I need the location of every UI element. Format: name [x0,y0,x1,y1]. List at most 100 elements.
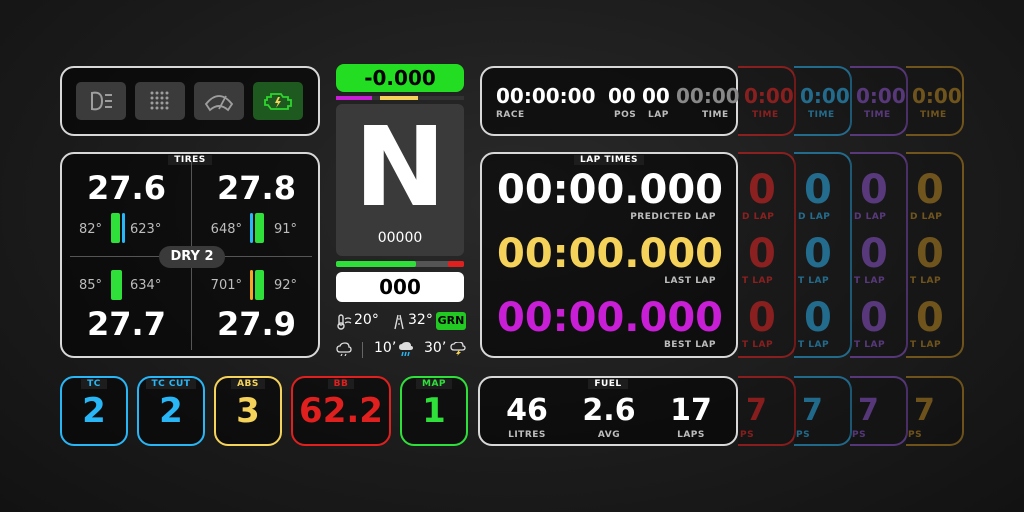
ghost-time-box: 0:00 TIME [850,66,908,136]
last-lap-label: LAST LAP [664,276,716,286]
pit-grid-button[interactable] [135,82,185,120]
ghost-lap-a: D LAP [798,212,831,222]
lap-value: 00 [642,84,670,108]
tire-rr-bar-edge [250,270,253,300]
lap-times-title: LAP TIMES [573,155,644,165]
rain-row: 10’ 30’ [336,340,468,360]
ghost-big-3: 0 [748,295,776,341]
tire-fr-temp-left: 648° [210,222,242,237]
wiper-button[interactable] [194,82,244,120]
tire-compound-badge: DRY 2 [159,246,225,268]
fuel-laps: 17 [670,393,712,428]
ghost-column-2: 0:00 TIME 0 D LAP 0 T LAP 0 T LAP 7 PS [794,0,852,512]
ghost-column-4: 0:00 TIME 0 D LAP 0 T LAP 0 T LAP 7 PS [906,0,964,512]
engine-icon [264,93,292,110]
tire-fl-temp-right: 623° [130,222,162,237]
tc-cut-box[interactable]: TC CUT 2 [137,376,205,446]
rain-forecast-2: 30’ [424,340,447,356]
tire-rl-temp-left: 85° [78,278,102,293]
track-temp: 32° [408,312,433,328]
ghost-fuel-value: 7 [746,393,767,428]
tire-rr-bar [255,270,264,300]
fuel-avg-label: AVG [597,430,621,440]
ghost-time-value: 0:00 [744,84,794,108]
map-box[interactable]: MAP 1 [400,376,468,446]
lap-label: LAP [648,110,669,120]
best-lap-label: BEST LAP [663,340,716,350]
ghost-lap-c: T LAP [854,340,886,350]
ghost-lap-a: D LAP [854,212,887,222]
tire-fl-bar [111,213,120,243]
race-time: 00:00:00 [496,84,596,108]
bb-box[interactable]: BB 62.2 [291,376,391,446]
tire-rl-temp-right: 634° [130,278,162,293]
ghost-big-1: 0 [804,167,832,213]
ghost-lap-box: 0 D LAP 0 T LAP 0 T LAP [738,152,796,358]
flag-badge: GRN [436,312,466,330]
tire-fl-bar-edge [122,213,125,243]
abs-label: ABS [231,379,265,389]
tc-value: 2 [82,391,106,431]
position-value: 00 [608,84,636,108]
fuel-avg: 2.6 [582,393,636,428]
ghost-lap-box: 0 D LAP 0 T LAP 0 T LAP [906,152,964,358]
predicted-lap-time: 00:00.000 [496,167,723,213]
bb-label: BB [327,379,355,389]
tc-box[interactable]: TC 2 [60,376,128,446]
ghost-big-2: 0 [916,231,944,277]
predicted-lap-label: PREDICTED LAP [630,212,716,222]
best-lap-time: 00:00.000 [496,295,723,341]
air-temp: 20° [354,312,379,328]
map-value: 1 [422,391,446,431]
rpm-bar [336,261,464,267]
delta-bar [336,96,464,100]
race-info-panel: 00:00:00 RACE 00 POS 00 LAP 00:00 TIME [480,66,740,136]
time-label: TIME [702,110,729,120]
ghost-time-box: 0:00 TIME [906,66,964,136]
ghost-time-value: 0:00 [912,84,962,108]
ghost-lap-b: T LAP [798,276,830,286]
rain-icon [399,342,413,356]
fuel-panel: FUEL 46 LITRES 2.6 AVG 17 LAPS [478,376,738,446]
ghost-time-label: TIME [920,110,947,120]
delta-display: -0.000 [336,64,464,92]
tires-panel: TIRES 27.6 82° 623° 27.8 648° 91° DRY 2 … [60,152,320,358]
ghost-fuel-value: 7 [858,393,879,428]
fuel-title: FUEL [588,379,628,389]
engine-button[interactable] [253,82,303,120]
ghost-column-1: 0:00 TIME 0 D LAP 0 T LAP 0 T LAP 7 PS [738,0,796,512]
air-temp-icon [337,314,352,330]
cloud-icon [336,342,352,356]
controls-panel [60,66,320,136]
pit-grid-icon [150,91,169,110]
headlight-button[interactable] [76,82,126,120]
tire-rr-temp-right: 92° [274,278,298,293]
tire-fl-temp-left: 82° [78,222,102,237]
ghost-time-label: TIME [752,110,779,120]
ghost-fuel-box: 7 PS [738,376,796,446]
headlight-icon [91,91,112,111]
tire-rl-bar [111,270,122,300]
ghost-fuel-value: 7 [914,393,935,428]
wiper-icon [204,95,234,112]
ghost-big-3: 0 [804,295,832,341]
ghost-lap-b: T LAP [854,276,886,286]
ghost-lap-a: D LAP [742,212,775,222]
abs-box[interactable]: ABS 3 [214,376,282,446]
tire-rr-temp-left: 701° [210,278,242,293]
rain-forecast-1: 10’ [374,340,397,356]
fuel-litres-label: LITRES [508,430,546,440]
fuel-litres: 46 [506,393,548,428]
abs-value: 3 [236,391,260,431]
tc-label: TC [81,379,107,389]
tc-cut-label: TC CUT [145,379,197,389]
rpm-readout: 00000 [377,230,423,246]
position-label: POS [614,110,637,120]
storm-icon [450,342,466,356]
ghost-big-1: 0 [748,167,776,213]
ghost-lap-c: T LAP [910,340,942,350]
tires-title: TIRES [168,155,212,165]
tire-fr-temp-right: 91° [274,222,298,237]
ghost-lap-c: T LAP [798,340,830,350]
tc-cut-value: 2 [159,391,183,431]
